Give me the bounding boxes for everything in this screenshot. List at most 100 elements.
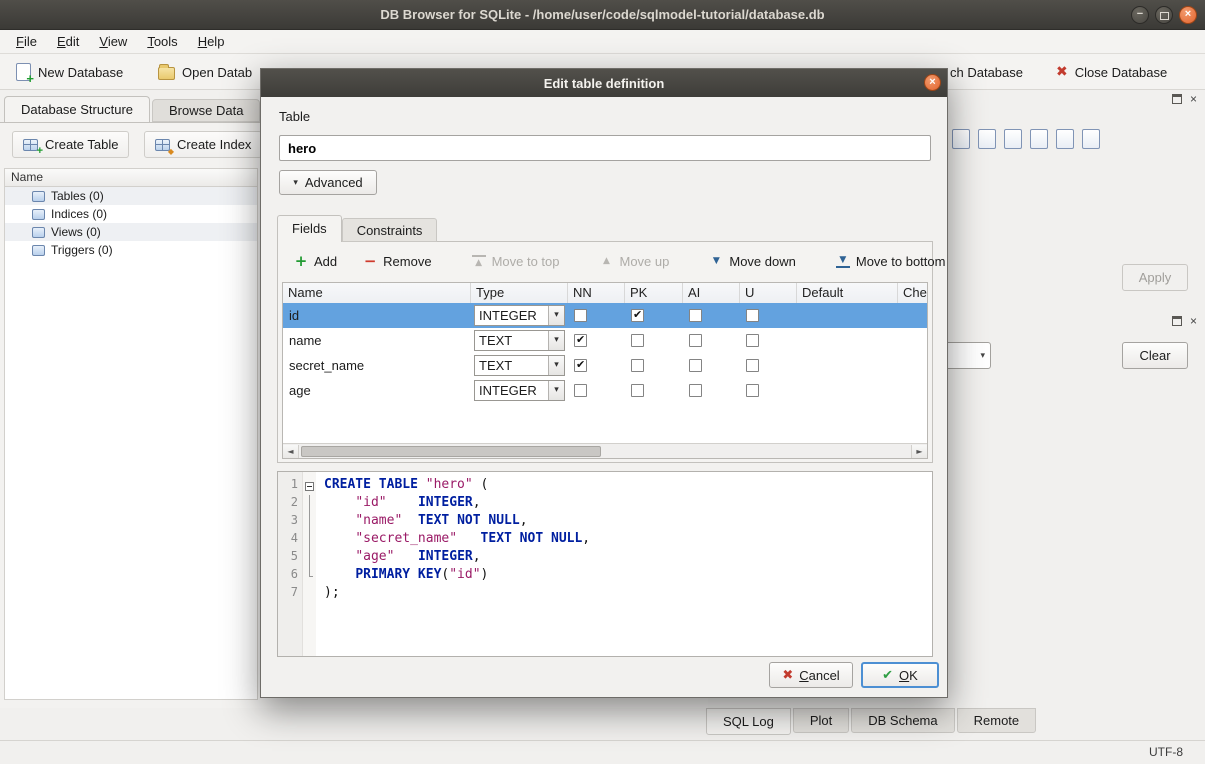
pk-checkbox[interactable] (631, 334, 644, 347)
attach-database-button[interactable]: ch Database (942, 58, 1031, 86)
create-table-button[interactable]: + Create Table (12, 131, 129, 158)
cell-editor-toolbar-icon[interactable] (978, 129, 996, 149)
dialog-titlebar[interactable]: Edit table definition × (261, 69, 947, 97)
column-header-name[interactable]: Name (283, 283, 471, 303)
tree-column-header[interactable]: Name (4, 168, 258, 187)
column-header-type[interactable]: Type (471, 283, 568, 303)
tab-database-structure[interactable]: Database Structure (4, 96, 150, 122)
advanced-toggle-button[interactable]: ▾ Advanced (279, 170, 377, 195)
field-type-combobox[interactable]: TEXT▾ (474, 330, 565, 351)
cell-editor-toolbar-icon[interactable] (1056, 129, 1074, 149)
column-header-default[interactable]: Default (797, 283, 898, 303)
u-checkbox[interactable] (746, 359, 759, 372)
table-row[interactable]: ageINTEGER▾ (283, 378, 927, 403)
new-database-button[interactable]: New Database (8, 58, 131, 86)
table-name-input[interactable] (279, 135, 931, 161)
ai-checkbox[interactable] (689, 359, 702, 372)
remove-button[interactable]: −Remove (355, 251, 439, 272)
nn-checkbox[interactable] (574, 334, 587, 347)
nn-checkbox[interactable] (574, 384, 587, 397)
menu-tools[interactable]: Tools (137, 31, 187, 52)
field-type-combobox[interactable]: INTEGER▾ (474, 305, 565, 326)
cell-editor-toolbar-icon[interactable] (1030, 129, 1048, 149)
minimize-icon[interactable]: − (1131, 6, 1149, 24)
move-down-button[interactable]: ▼Move down (701, 251, 803, 272)
field-type-combobox[interactable]: INTEGER▾ (474, 380, 565, 401)
menu-edit[interactable]: Edit (47, 31, 89, 52)
menu-file[interactable]: File (6, 31, 47, 52)
column-header-ai[interactable]: AI (683, 283, 740, 303)
menu-view[interactable]: View (89, 31, 137, 52)
dialog-close-icon[interactable]: × (924, 74, 941, 91)
create-index-button[interactable]: ◆ Create Index (144, 131, 262, 158)
cell-editor-toolbar-icon[interactable] (1004, 129, 1022, 149)
tab-db-schema[interactable]: DB Schema (851, 708, 954, 733)
grid-body: idINTEGER▾nameTEXT▾secret_nameTEXT▾ageIN… (283, 303, 927, 403)
cell-editor-toolbar-icon[interactable] (1082, 129, 1100, 149)
sql-line: 1CREATE TABLE "hero" ( (278, 477, 932, 495)
column-header-u[interactable]: U (740, 283, 797, 303)
nn-cell (568, 353, 625, 378)
open-database-button[interactable]: Open Datab (150, 58, 260, 86)
pk-checkbox[interactable] (631, 309, 644, 322)
ai-checkbox[interactable] (689, 334, 702, 347)
cell-editor-toolbar-icon[interactable] (952, 129, 970, 149)
scroll-right-icon[interactable]: ► (911, 445, 927, 458)
tab-constraints[interactable]: Constraints (342, 218, 438, 242)
tab-fields[interactable]: Fields (277, 215, 342, 242)
scroll-left-icon[interactable]: ◄ (283, 445, 299, 458)
table-row[interactable]: nameTEXT▾ (283, 328, 927, 353)
u-checkbox[interactable] (746, 334, 759, 347)
ai-checkbox[interactable] (689, 309, 702, 322)
pk-checkbox[interactable] (631, 384, 644, 397)
horizontal-scrollbar[interactable]: ◄ ► (283, 443, 927, 458)
tree-item-views-0-[interactable]: Views (0) (5, 223, 257, 241)
ai-cell (683, 353, 740, 378)
ok-button[interactable]: ✔ OK (861, 662, 939, 688)
add-button[interactable]: +Add (286, 251, 345, 272)
window-titlebar[interactable]: DB Browser for SQLite - /home/user/code/… (0, 0, 1205, 30)
dock-close-icon[interactable]: × (1190, 94, 1197, 104)
column-header-pk[interactable]: PK (625, 283, 683, 303)
table-row[interactable]: idINTEGER▾ (283, 303, 927, 328)
sql-lines: 1CREATE TABLE "hero" (2 "id" INTEGER,3 "… (278, 477, 932, 603)
move-top-button: ▲Move to top (464, 251, 568, 272)
dock-close-icon[interactable]: × (1190, 316, 1197, 326)
tab-plot[interactable]: Plot (793, 708, 849, 733)
move-bottom-button[interactable]: ▼Move to bottom (828, 251, 954, 272)
nn-checkbox[interactable] (574, 359, 587, 372)
tree-item-indices-0-[interactable]: Indices (0) (5, 205, 257, 223)
field-type-cell: TEXT▾ (471, 353, 568, 378)
scrollbar-thumb[interactable] (301, 446, 601, 457)
column-header-nn[interactable]: NN (568, 283, 625, 303)
dock-controls-middle: × (1172, 316, 1197, 326)
table-row[interactable]: secret_nameTEXT▾ (283, 353, 927, 378)
tab-sql-log[interactable]: SQL Log (706, 708, 791, 735)
u-checkbox[interactable] (746, 384, 759, 397)
field-type-combobox[interactable]: TEXT▾ (474, 355, 565, 376)
fold-margin (302, 513, 316, 531)
nn-checkbox[interactable] (574, 309, 587, 322)
tab-remote[interactable]: Remote (957, 708, 1037, 733)
ai-checkbox[interactable] (689, 384, 702, 397)
dock-float-icon[interactable] (1172, 94, 1182, 104)
close-window-icon[interactable]: × (1179, 6, 1197, 24)
cancel-button[interactable]: ✖ Cancel (769, 662, 853, 688)
fold-collapse-icon[interactable] (305, 482, 314, 491)
dock-float-icon[interactable] (1172, 316, 1182, 326)
new-database-icon (16, 63, 31, 81)
sql-line: 6 PRIMARY KEY("id") (278, 567, 932, 585)
move-down-icon: ▼ (709, 256, 723, 266)
menu-help[interactable]: Help (188, 31, 235, 52)
u-checkbox[interactable] (746, 309, 759, 322)
tree-item-tables-0-[interactable]: Tables (0) (5, 187, 257, 205)
pk-checkbox[interactable] (631, 359, 644, 372)
tree-item-triggers-0-[interactable]: Triggers (0) (5, 241, 257, 259)
tab-browse-data[interactable]: Browse Data (152, 99, 260, 122)
window-title: DB Browser for SQLite - /home/user/code/… (380, 7, 824, 22)
maximize-icon[interactable] (1155, 6, 1173, 24)
column-header-che[interactable]: Che (898, 283, 928, 303)
clear-button[interactable]: Clear (1122, 342, 1188, 369)
close-database-button[interactable]: ✖ Close Database (1048, 58, 1175, 86)
sql-preview[interactable]: 1CREATE TABLE "hero" (2 "id" INTEGER,3 "… (277, 471, 933, 657)
